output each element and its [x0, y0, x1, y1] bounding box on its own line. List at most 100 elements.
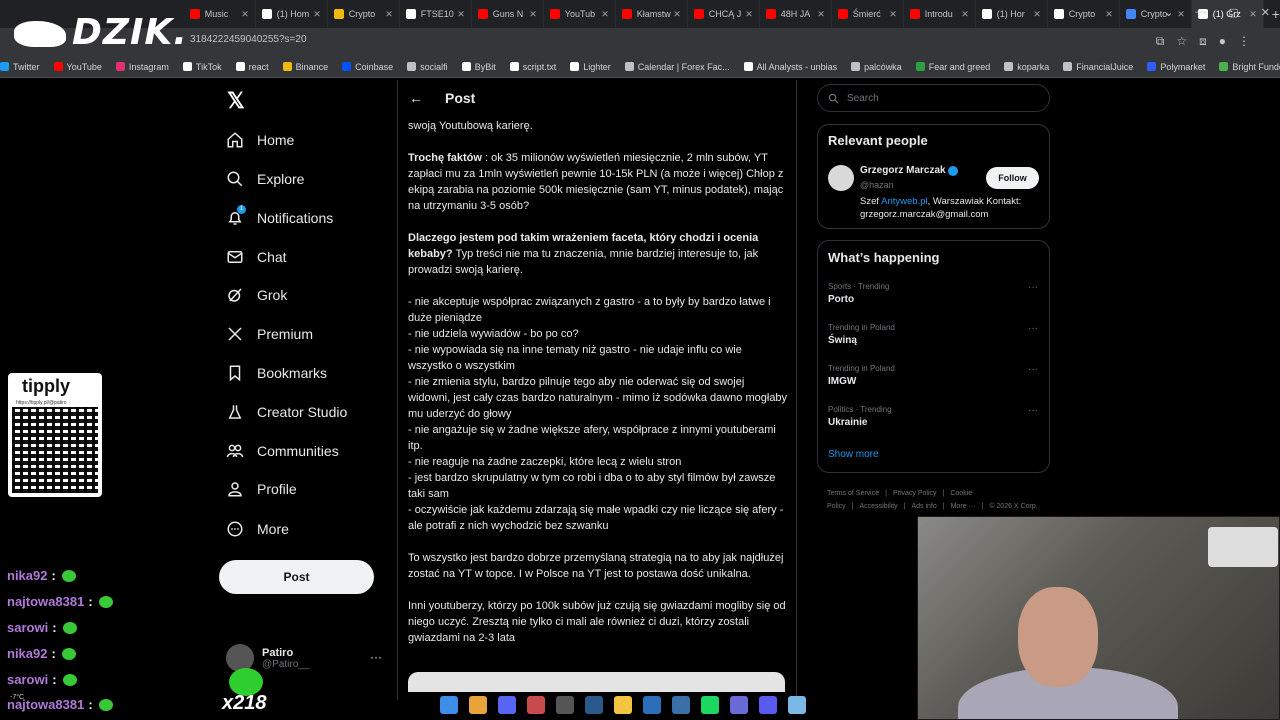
footer-link[interactable]: Terms of Service — [827, 490, 879, 497]
close-tab-icon[interactable]: ✕ — [241, 9, 249, 20]
x-logo-icon[interactable]: 𝕏 — [227, 88, 245, 114]
close-tab-icon[interactable]: ✕ — [889, 9, 897, 20]
windows-icon[interactable] — [440, 696, 458, 714]
bookmark-item[interactable]: palcówka — [851, 62, 902, 72]
profile-icon[interactable]: ● — [1219, 34, 1226, 49]
person-handle[interactable]: @hazan — [860, 180, 894, 190]
nav-item-premium[interactable]: Premium — [226, 325, 313, 343]
bookmark-item[interactable]: All Analysts - unbias — [743, 62, 837, 72]
close-tab-icon[interactable]: ✕ — [529, 9, 537, 20]
trend-item[interactable]: Sports · Trending Porto ··· — [828, 282, 1038, 305]
browser-tab[interactable]: (1) Hom ✕ — [256, 0, 328, 28]
ccleaner-icon[interactable] — [643, 696, 661, 714]
avatar[interactable] — [828, 165, 854, 191]
minimize-icon[interactable]: — — [1195, 6, 1206, 19]
close-icon[interactable]: ✕ — [1261, 6, 1270, 19]
trend-item[interactable]: Trending in Poland IMGW ··· — [828, 364, 1038, 387]
browser-tab[interactable]: Crypto ✕ — [328, 0, 400, 28]
close-tab-icon[interactable]: ✕ — [745, 9, 753, 20]
account-switcher[interactable]: Patiro @Patiro__ — [226, 644, 309, 672]
browser-tab[interactable]: Introdu ✕ — [904, 0, 976, 28]
nav-item-creator-studio[interactable]: Creator Studio — [226, 403, 347, 421]
close-tab-icon[interactable]: ✕ — [1105, 9, 1113, 20]
star-icon[interactable]: ☆ — [1176, 34, 1187, 49]
nav-item-communities[interactable]: Communities — [226, 442, 339, 460]
browser-tab[interactable]: CHCĄ J ✕ — [688, 0, 760, 28]
browser-tab[interactable]: Śmierć ✕ — [832, 0, 904, 28]
extensions-icon[interactable]: ⧈ — [1199, 34, 1207, 49]
browser-tab[interactable]: Guns N ✕ — [472, 0, 544, 28]
maximize-icon[interactable]: ▢ — [1228, 6, 1238, 19]
bookmark-item[interactable]: Bright Funded — [1219, 62, 1280, 72]
bookmark-item[interactable]: socialfi — [407, 62, 448, 72]
more-icon[interactable]: ··· — [1028, 323, 1038, 334]
nav-item-bookmarks[interactable]: Bookmarks — [226, 364, 327, 382]
footer-link[interactable]: © 2026 X Corp. — [989, 503, 1037, 510]
tool-icon[interactable] — [672, 696, 690, 714]
steam-icon[interactable] — [585, 696, 603, 714]
nav-item-profile[interactable]: Profile — [226, 480, 297, 498]
discord-icon[interactable] — [498, 696, 516, 714]
bookmark-item[interactable]: Fear and greed — [915, 62, 990, 72]
nav-item-home[interactable]: Home — [226, 131, 294, 149]
bookmark-item[interactable]: Instagram — [115, 62, 169, 72]
bio-link[interactable]: Antyweb.pl — [881, 196, 927, 207]
search-input[interactable]: Search — [817, 84, 1050, 112]
close-tab-icon[interactable]: ✕ — [385, 9, 393, 20]
browser-tab[interactable]: 48H JA ✕ — [760, 0, 832, 28]
explorer-icon[interactable] — [614, 696, 632, 714]
more-icon[interactable]: ··· — [1028, 364, 1038, 375]
close-tab-icon[interactable]: ✕ — [817, 9, 825, 20]
bookmark-item[interactable]: YouTube — [53, 62, 102, 72]
footer-link[interactable]: Privacy Policy — [893, 490, 937, 497]
app-icon[interactable] — [527, 696, 545, 714]
bookmark-item[interactable]: Lighter — [570, 62, 611, 72]
tab-search-icon[interactable]: ⌄ — [1164, 6, 1173, 19]
close-tab-icon[interactable]: ✕ — [457, 9, 465, 20]
app2-icon[interactable] — [730, 696, 748, 714]
chrome-icon[interactable] — [469, 696, 487, 714]
person-name[interactable]: Grzegorz Marczak — [860, 165, 946, 176]
post-media[interactable] — [408, 672, 785, 692]
new-tab-icon[interactable]: + — [1272, 6, 1280, 22]
trend-item[interactable]: Trending in Poland Świną ··· — [828, 323, 1038, 346]
more-icon[interactable]: ··· — [370, 650, 382, 664]
back-arrow-icon[interactable]: ← — [409, 90, 423, 106]
browser-tab[interactable]: FTSE10 ✕ — [400, 0, 472, 28]
close-tab-icon[interactable]: ✕ — [673, 9, 681, 20]
url-field[interactable]: 31842224590402​55?s=20 — [190, 34, 307, 45]
footer-link[interactable]: More ··· — [951, 503, 976, 510]
bookmark-item[interactable]: Twitter — [0, 62, 40, 72]
nav-item-explore[interactable]: Explore — [226, 170, 304, 188]
spotify-icon[interactable] — [701, 696, 719, 714]
close-tab-icon[interactable]: ✕ — [1033, 9, 1041, 20]
bookmark-item[interactable]: Binance — [282, 62, 328, 72]
browser-tab[interactable]: (1) Hor ✕ — [976, 0, 1048, 28]
bookmark-item[interactable]: Coinbase — [342, 62, 393, 72]
notepad-icon[interactable] — [788, 696, 806, 714]
xapp-icon[interactable] — [759, 696, 777, 714]
more-icon[interactable]: ··· — [1028, 282, 1038, 293]
bookmark-item[interactable]: Polymarket — [1147, 62, 1205, 72]
nav-item-more[interactable]: More — [226, 520, 289, 538]
trend-item[interactable]: Politics · Trending Ukrainie ··· — [828, 405, 1038, 428]
nav-item-chat[interactable]: Chat — [226, 248, 287, 266]
bookmark-item[interactable]: koparka — [1004, 62, 1049, 72]
footer-link[interactable]: Ads info — [911, 503, 936, 510]
show-more-link[interactable]: Show more — [828, 449, 879, 460]
bookmark-item[interactable]: script.txt — [509, 62, 556, 72]
browser-tab[interactable]: Crypto ✕ — [1048, 0, 1120, 28]
bookmark-item[interactable]: TikTok — [182, 62, 222, 72]
install-icon[interactable]: ⧉ — [1156, 34, 1165, 49]
footer-link[interactable]: Accessibility — [860, 503, 898, 510]
browser-tab[interactable]: Kłamstw ✕ — [616, 0, 688, 28]
bookmark-item[interactable]: react — [235, 62, 269, 72]
bookmark-item[interactable]: FinancialJuice — [1063, 62, 1133, 72]
browser-tab[interactable]: Music ✕ — [184, 0, 256, 28]
follow-button[interactable]: Follow — [986, 167, 1039, 189]
post-button[interactable]: Post — [219, 560, 374, 594]
close-tab-icon[interactable]: ✕ — [601, 9, 609, 20]
more-icon[interactable]: ··· — [1028, 405, 1038, 416]
browser-tab[interactable]: YouTub ✕ — [544, 0, 616, 28]
close-tab-icon[interactable]: ✕ — [961, 9, 969, 20]
